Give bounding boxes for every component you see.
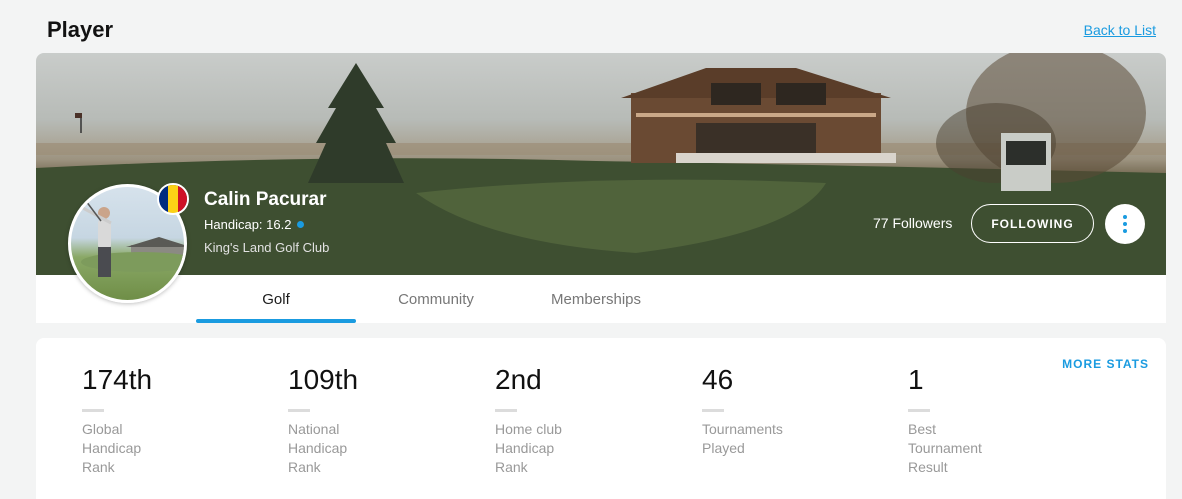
more-options-button[interactable] — [1105, 204, 1145, 244]
flag-stripe-blue — [159, 185, 169, 213]
following-button[interactable]: FOLLOWING — [971, 204, 1094, 243]
active-tab-underline — [196, 319, 356, 323]
tab-golf[interactable]: Golf — [196, 291, 356, 308]
stat-label: Home club Handicap Rank — [495, 421, 562, 475]
stat-best-tournament-result: 1 Best Tournament Result — [908, 364, 1068, 477]
stat-home-club-rank: 2nd Home club Handicap Rank — [495, 364, 655, 477]
stat-value: 1 — [908, 364, 924, 395]
tab-community[interactable]: Community — [356, 291, 516, 308]
stat-label: Best Tournament Result — [908, 421, 982, 475]
flag-stripe-yellow — [168, 185, 178, 213]
stat-divider — [495, 409, 517, 412]
stat-global-rank: 174th Global Handicap Rank — [82, 364, 242, 477]
handicap-status-dot-icon — [297, 221, 305, 228]
stat-divider — [702, 409, 724, 412]
more-dot-icon — [1123, 215, 1127, 219]
country-flag-icon — [157, 183, 189, 215]
handicap-text: Handicap: 16.2 — [204, 217, 292, 232]
stat-value: 174th — [82, 364, 153, 395]
stats-card: MORE STATS 174th Global Handicap Rank 10… — [36, 338, 1166, 499]
back-to-list-link[interactable]: Back to List — [1084, 22, 1156, 38]
player-name: Calin Pacurar — [204, 189, 327, 210]
stat-divider — [908, 409, 930, 412]
player-handicap: Handicap: 16.2 — [204, 217, 305, 232]
more-dot-icon — [1123, 229, 1127, 233]
stat-value: 46 — [702, 364, 734, 395]
stat-national-rank: 109th National Handicap Rank — [288, 364, 448, 477]
profile-tabs: Golf Community Memberships — [36, 275, 1166, 323]
stat-label: National Handicap Rank — [288, 421, 348, 475]
followers-count[interactable]: 77 Followers — [873, 215, 952, 231]
stat-divider — [288, 409, 310, 412]
stat-label: Global Handicap Rank — [82, 421, 142, 475]
stat-tournaments-played: 46 Tournaments Played — [702, 364, 862, 458]
stat-value: 109th — [288, 364, 359, 395]
tab-memberships[interactable]: Memberships — [516, 291, 676, 308]
stat-divider — [82, 409, 104, 412]
more-dot-icon — [1123, 222, 1127, 226]
stat-label: Tournaments Played — [702, 421, 783, 456]
page-title: Player — [47, 17, 114, 42]
more-stats-link[interactable]: MORE STATS — [1062, 357, 1149, 371]
flag-stripe-red — [177, 185, 187, 213]
player-club: King's Land Golf Club — [204, 240, 330, 255]
stat-value: 2nd — [495, 364, 542, 395]
